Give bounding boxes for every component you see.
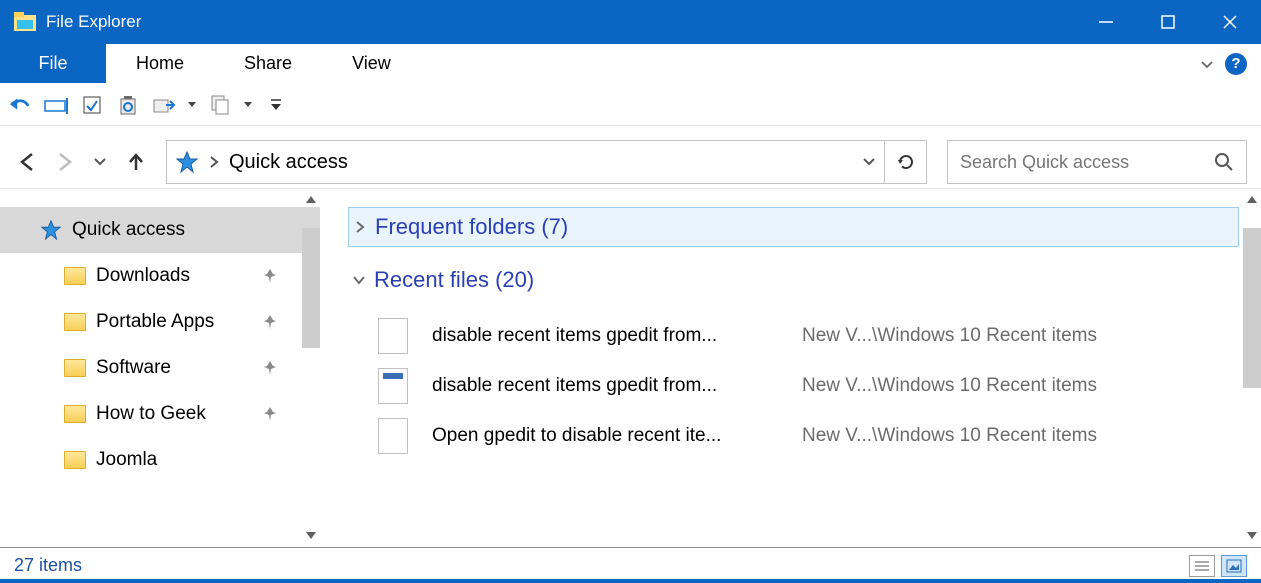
tree-item-label: How to Geek (96, 403, 206, 425)
ribbon-collapse-icon[interactable] (1199, 56, 1215, 72)
move-to-icon[interactable] (152, 93, 176, 117)
tree-item-downloads[interactable]: Downloads (0, 253, 320, 299)
scroll-thumb[interactable] (302, 228, 320, 348)
tree-item-label: Downloads (96, 265, 190, 287)
refresh-button[interactable] (885, 140, 927, 184)
qat-customize-icon[interactable] (270, 98, 282, 112)
group-recent-files[interactable]: Recent files (20) (348, 261, 1239, 299)
folder-icon (64, 405, 86, 423)
file-name: disable recent items gpedit from... (432, 375, 802, 397)
scroll-down-icon[interactable] (1246, 530, 1258, 542)
pin-icon (262, 360, 278, 376)
group-label: Recent files (20) (374, 267, 534, 293)
search-box[interactable]: Search Quick access (947, 140, 1247, 184)
file-icon (378, 368, 408, 404)
content-scrollbar[interactable] (1243, 194, 1261, 542)
tab-home[interactable]: Home (106, 44, 214, 83)
ribbon-tabs: File Home Share View ? (0, 44, 1261, 84)
file-tab-label: File (38, 53, 67, 74)
file-path: New V...\Windows 10 Recent items (802, 325, 1097, 347)
recent-locations-button[interactable] (86, 148, 114, 176)
folder-icon (64, 359, 86, 377)
scroll-thumb[interactable] (1243, 228, 1261, 388)
group-frequent-folders[interactable]: Frequent folders (7) (348, 207, 1239, 247)
forward-button[interactable] (50, 148, 78, 176)
chevron-down-icon (352, 273, 366, 287)
tree-item-quick-access[interactable]: Quick access (0, 207, 320, 253)
tree-item-label: Software (96, 357, 171, 379)
scroll-up-icon[interactable] (1246, 194, 1258, 206)
file-row[interactable]: Open gpedit to disable recent ite... New… (348, 411, 1239, 461)
app-icon (14, 11, 36, 33)
scroll-down-icon[interactable] (305, 530, 317, 542)
copy-icon[interactable] (208, 93, 232, 117)
group-label: Frequent folders (7) (375, 214, 568, 240)
details-view-toggle[interactable] (1189, 555, 1215, 577)
file-icon (378, 418, 408, 454)
window-border (0, 579, 1261, 583)
file-row[interactable]: disable recent items gpedit from... New … (348, 311, 1239, 361)
navigation-pane: Quick access Downloads Portable Apps Sof… (0, 189, 320, 547)
minimize-button[interactable] (1075, 0, 1137, 44)
folder-icon (64, 451, 86, 469)
file-path: New V...\Windows 10 Recent items (802, 425, 1097, 447)
breadcrumb-separator-icon (209, 155, 219, 169)
tree-item-label: Quick access (72, 219, 185, 241)
tree-item-label: Joomla (96, 449, 157, 471)
file-tab[interactable]: File (0, 44, 106, 83)
pin-icon (262, 314, 278, 330)
dropdown-caret-icon[interactable] (244, 101, 252, 109)
tab-label: Home (136, 53, 184, 74)
pin-icon (262, 406, 278, 422)
tree-item-label: Portable Apps (96, 311, 214, 333)
tab-view[interactable]: View (322, 44, 421, 83)
properties-icon[interactable] (80, 93, 104, 117)
navigation-row: Quick access Search Quick access (0, 136, 1261, 188)
address-dropdown-icon[interactable] (862, 155, 876, 169)
tab-share[interactable]: Share (214, 44, 322, 83)
file-icon (378, 318, 408, 354)
close-button[interactable] (1199, 0, 1261, 44)
window-title: File Explorer (46, 12, 141, 32)
help-icon[interactable]: ? (1225, 53, 1247, 75)
quick-access-toolbar (0, 84, 1261, 126)
maximize-button[interactable] (1137, 0, 1199, 44)
tree-item-how-to-geek[interactable]: How to Geek (0, 391, 320, 437)
tree-item-joomla[interactable]: Joomla (0, 437, 320, 483)
dropdown-caret-icon[interactable] (188, 101, 196, 109)
file-row[interactable]: disable recent items gpedit from... New … (348, 361, 1239, 411)
up-button[interactable] (122, 148, 150, 176)
content-pane: Frequent folders (7) Recent files (20) d… (320, 189, 1261, 547)
status-bar: 27 items (0, 547, 1261, 583)
pin-icon (262, 268, 278, 284)
rename-icon[interactable] (44, 93, 68, 117)
quick-access-star-icon (175, 150, 199, 174)
folder-icon (64, 313, 86, 331)
chevron-right-icon (353, 220, 367, 234)
undo-icon[interactable] (8, 93, 32, 117)
window-controls (1075, 0, 1261, 44)
search-placeholder: Search Quick access (960, 152, 1129, 173)
address-bar[interactable]: Quick access (166, 140, 885, 184)
thumbnails-view-toggle[interactable] (1221, 555, 1247, 577)
status-item-count: 27 items (14, 555, 82, 576)
file-path: New V...\Windows 10 Recent items (802, 375, 1097, 397)
file-name: disable recent items gpedit from... (432, 325, 802, 347)
title-bar: File Explorer (0, 0, 1261, 44)
tree-item-software[interactable]: Software (0, 345, 320, 391)
breadcrumb[interactable]: Quick access (229, 151, 348, 174)
tab-label: View (352, 53, 391, 74)
back-button[interactable] (14, 148, 42, 176)
search-icon (1214, 152, 1234, 172)
file-name: Open gpedit to disable recent ite... (432, 425, 802, 447)
folder-icon (64, 267, 86, 285)
tree-item-portable-apps[interactable]: Portable Apps (0, 299, 320, 345)
scroll-up-icon[interactable] (305, 194, 317, 206)
tab-label: Share (244, 53, 292, 74)
recycle-bin-icon[interactable] (116, 93, 140, 117)
navpane-scrollbar[interactable] (302, 194, 320, 542)
